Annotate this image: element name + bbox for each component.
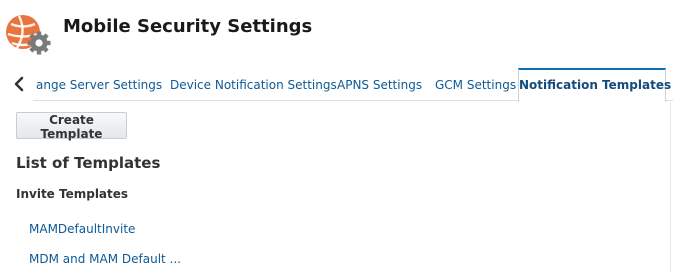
tab-bar: ange Server Settings Device Notification… bbox=[0, 68, 673, 102]
tab-content-panel: Create Template List of Templates Invite… bbox=[0, 102, 673, 272]
chevron-left-icon[interactable] bbox=[8, 73, 30, 95]
page-header: Mobile Security Settings bbox=[0, 0, 673, 62]
tab-device-notification-settings[interactable]: Device Notification Settings bbox=[170, 68, 337, 101]
invite-templates-heading: Invite Templates bbox=[16, 187, 129, 201]
tab-gcm-settings[interactable]: GCM Settings bbox=[435, 68, 516, 101]
tab-apns-settings[interactable]: APNS Settings bbox=[337, 68, 422, 101]
template-link-mamdefaultinvite[interactable]: MAMDefaultInvite bbox=[29, 222, 135, 236]
tab-exchange-server-settings[interactable]: ange Server Settings bbox=[36, 68, 162, 101]
create-template-button[interactable]: Create Template bbox=[16, 112, 127, 141]
tab-strip: ange Server Settings Device Notification… bbox=[33, 68, 673, 102]
list-of-templates-heading: List of Templates bbox=[16, 154, 161, 172]
tab-notification-templates[interactable]: Notification Templates bbox=[518, 68, 671, 102]
panel-border bbox=[670, 102, 671, 272]
mobile-security-gear-globe-icon bbox=[6, 15, 51, 55]
template-link-mdm-and-mam-default[interactable]: MDM and MAM Default ... bbox=[29, 252, 181, 266]
page-title: Mobile Security Settings bbox=[63, 16, 313, 37]
